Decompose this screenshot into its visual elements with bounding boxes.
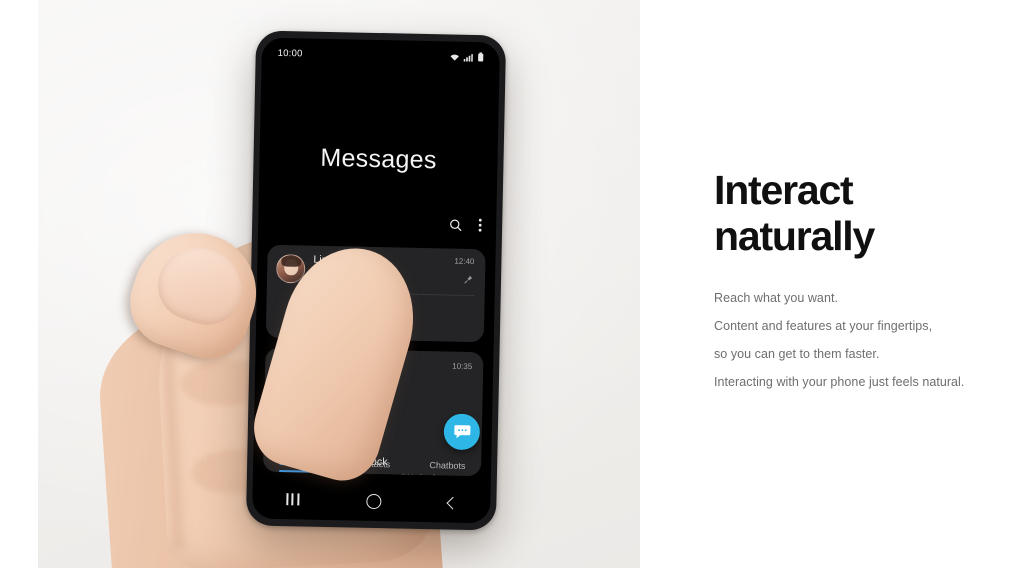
status-icons xyxy=(450,51,484,62)
headline-line-1: Interact xyxy=(714,167,854,213)
body-line-4: Interacting with your phone just feels n… xyxy=(714,374,965,389)
conversation-time: 10:35 xyxy=(452,361,473,372)
promo-copy: Interact naturally Reach what you want. … xyxy=(714,167,1014,403)
body-line-3: so you can get to them faster. xyxy=(714,346,880,361)
thumbnail-plate xyxy=(149,237,253,334)
wifi-icon xyxy=(450,54,459,61)
product-photo-panel: 10:00 Messages 12:40 10:35 Chatbots xyxy=(38,0,640,568)
battery-icon xyxy=(478,52,484,62)
system-navigation-bar xyxy=(252,478,491,523)
new-message-icon xyxy=(453,425,470,439)
body-line-1: Reach what you want. xyxy=(714,290,838,305)
conversation-time: 12:40 xyxy=(454,256,475,267)
toolbar-actions xyxy=(449,218,482,233)
headline-line-2: naturally xyxy=(714,212,875,259)
app-title: Messages xyxy=(320,143,437,175)
promo-body: Reach what you want. Content and feature… xyxy=(714,291,1014,390)
promo-page: 10:00 Messages 12:40 10:35 Chatbots Inte… xyxy=(0,0,1024,588)
page-title: Interact naturally xyxy=(714,167,1014,260)
tab-chatbots[interactable]: Chatbots xyxy=(429,460,465,476)
avatar-hair xyxy=(280,253,302,268)
search-icon[interactable] xyxy=(449,218,462,231)
more-vertical-icon[interactable] xyxy=(478,218,482,232)
signal-icon xyxy=(463,53,473,62)
body-line-2: Content and features at your fingertips, xyxy=(714,318,933,333)
status-time: 10:00 xyxy=(277,47,303,59)
recents-icon[interactable] xyxy=(285,493,300,506)
back-icon[interactable] xyxy=(446,496,459,510)
status-bar: 10:00 xyxy=(261,38,500,73)
home-icon[interactable] xyxy=(365,493,382,509)
pin-icon[interactable] xyxy=(464,275,473,284)
